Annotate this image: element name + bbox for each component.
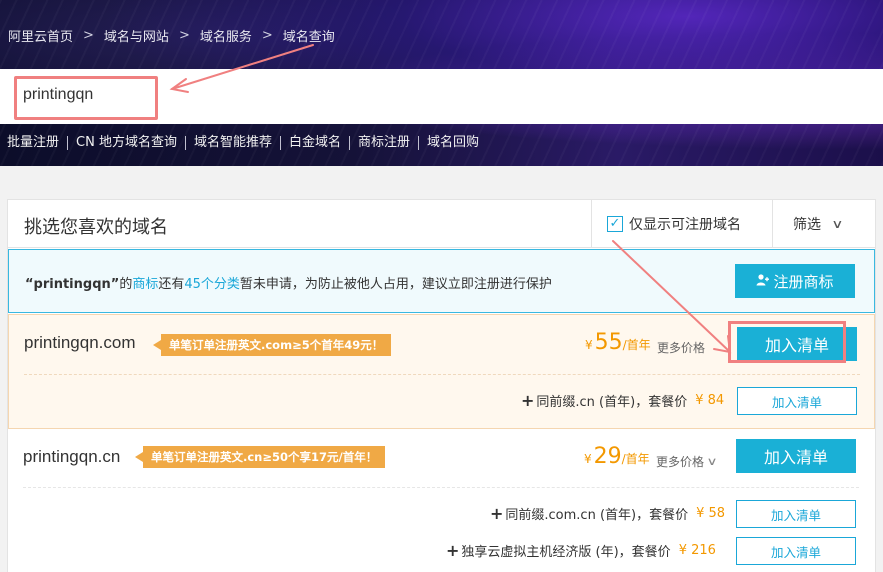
bundle-text: 独享云虚拟主机经济版 (年)，套餐价 — [461, 545, 671, 560]
trademark-link[interactable]: 商标 — [132, 277, 158, 292]
bundle-add-label: 加入清单 — [770, 544, 821, 560]
bundle-offer: + 独享云虚拟主机经济版 (年)，套餐价 ¥ 216 — [446, 541, 716, 560]
breadcrumb-domain-query[interactable]: 域名查询 — [283, 26, 335, 45]
chevron-down-icon: ∨ — [706, 455, 718, 468]
add-to-list-label: 加入清单 — [763, 448, 828, 467]
price: ¥ 29 /首年 — [584, 444, 650, 469]
bundle-add-button[interactable]: 加入清单 — [737, 387, 857, 415]
notice-text-part: 暂未申请，为防止被他人占用，建议立即注册进行保护 — [239, 277, 552, 292]
breadcrumb-domain-service[interactable]: 域名服务 — [200, 26, 252, 45]
breadcrumb: 阿里云首页 > 域名与网站 > 域名服务 > 域名查询 — [8, 26, 335, 45]
breadcrumb-separator: > — [178, 28, 190, 43]
quicklink-buyback[interactable]: 域名回购 — [418, 136, 487, 150]
bundle-text: 同前缀.cn (首年)，套餐价 — [536, 395, 688, 410]
only-available-label: 仅显示可注册域名 — [629, 216, 741, 233]
result-row: printingqn.cn 单笔订单注册英文.cn≥50个享17元/首年！ ¥ … — [8, 429, 875, 572]
quicklink-cn-local[interactable]: CN 地方域名查询 — [67, 136, 185, 150]
price: ¥ 55 /首年 — [585, 330, 651, 355]
categories-link[interactable]: 45个分类 — [184, 277, 240, 292]
quicklink-platinum[interactable]: 白金域名 — [279, 136, 349, 150]
breadcrumb-separator: > — [261, 28, 273, 43]
notice-text: “printingqn”的商标还有45个分类暂未申请，为防止被他人占用，建议立即… — [25, 273, 552, 292]
user-plus-icon — [756, 273, 770, 290]
add-to-list-button[interactable]: 加入清单 — [736, 439, 856, 473]
bundle-add-button[interactable]: 加入清单 — [736, 500, 856, 528]
plus-icon: + — [446, 541, 460, 560]
promo-badge: 单笔订单注册英文.cn≥50个享17元/首年！ — [134, 446, 386, 468]
bundle-offer: + 同前缀.cn (首年)，套餐价 ¥ 84 — [521, 391, 724, 410]
quicklink-smart-recommend[interactable]: 域名智能推荐 — [184, 136, 280, 150]
register-trademark-button[interactable]: 注册商标 — [735, 264, 855, 298]
divider — [24, 374, 860, 375]
promo-badge: 单笔订单注册英文.com≥5个首年49元！ — [152, 334, 392, 356]
more-prices-link[interactable]: 更多价格 ∨ — [656, 453, 718, 470]
checkbox-checked-icon[interactable]: ✓ — [607, 215, 623, 232]
bundle-price: ¥ 58 — [696, 506, 726, 521]
bundle-add-label: 加入清单 — [770, 507, 821, 523]
price-currency: ¥ — [584, 452, 592, 466]
bundle-text: 同前缀.com.cn (首年)，套餐价 — [505, 508, 689, 523]
domain-name: printingqn.com — [24, 333, 136, 352]
notice-domain-name: “printingqn” — [25, 277, 120, 292]
filter-dropdown[interactable]: 筛选 ∨ — [772, 200, 875, 247]
more-prices-link[interactable]: 更多价格 — [657, 339, 705, 356]
register-trademark-label: 注册商标 — [773, 272, 834, 291]
bundle-offer: + 同前缀.com.cn (首年)，套餐价 ¥ 58 — [490, 504, 725, 523]
results-panel: 挑选您喜欢的域名 ✓ 仅显示可注册域名 筛选 ∨ “printingqn”的商标… — [7, 199, 876, 572]
search-highlight-box — [14, 76, 158, 120]
bundle-add-label: 加入清单 — [771, 394, 822, 410]
breadcrumb-domain-website[interactable]: 域名与网站 — [104, 26, 169, 45]
notice-text-part: 还有 — [158, 277, 185, 292]
breadcrumb-home[interactable]: 阿里云首页 — [8, 26, 73, 45]
add-button-highlight-box — [728, 321, 846, 363]
filter-label: 筛选 — [793, 216, 821, 233]
only-available-toggle[interactable]: ✓ 仅显示可注册域名 — [591, 200, 772, 247]
bundle-price: ¥ 216 — [678, 543, 716, 558]
price-value: 55 — [594, 330, 623, 355]
divider — [23, 487, 859, 488]
panel-title: 挑选您喜欢的域名 — [24, 217, 168, 238]
price-currency: ¥ — [585, 338, 593, 352]
price-unit: /首年 — [622, 338, 651, 352]
bundle-price: ¥ 84 — [695, 393, 725, 408]
trademark-notice: “printingqn”的商标还有45个分类暂未申请，为防止被他人占用，建议立即… — [8, 249, 875, 313]
more-prices-label: 更多价格 — [657, 341, 706, 355]
quick-links: 批量注册 CN 地方域名查询 域名智能推荐 白金域名 商标注册 域名回购 — [7, 136, 487, 150]
plus-icon: + — [521, 391, 535, 410]
domain-name: printingqn.cn — [23, 447, 121, 466]
notice-text-part: 的 — [119, 277, 133, 292]
quicklink-batch-register[interactable]: 批量注册 — [7, 136, 67, 150]
price-value: 29 — [593, 444, 622, 469]
quicklink-trademark[interactable]: 商标注册 — [348, 136, 418, 150]
price-unit: /首年 — [621, 452, 650, 466]
panel-header: 挑选您喜欢的域名 ✓ 仅显示可注册域名 筛选 ∨ — [8, 200, 875, 248]
bundle-add-button[interactable]: 加入清单 — [736, 537, 856, 565]
breadcrumb-separator: > — [83, 28, 94, 43]
chevron-down-icon: ∨ — [831, 216, 844, 231]
plus-icon: + — [490, 504, 504, 523]
more-prices-label: 更多价格 — [656, 455, 705, 469]
